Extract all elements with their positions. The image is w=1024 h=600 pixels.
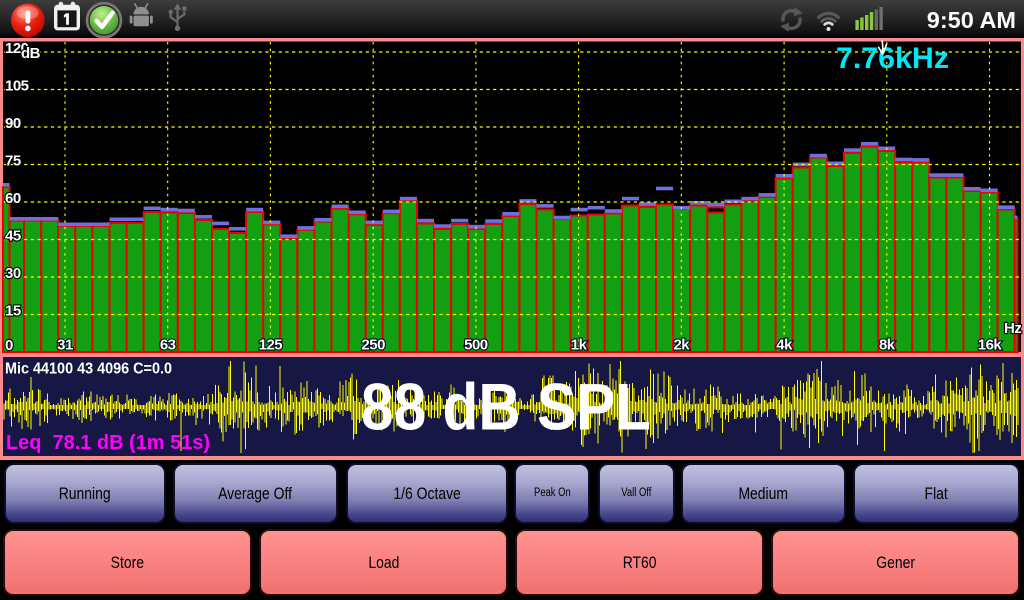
svg-text:90: 90	[5, 115, 21, 132]
svg-text:500: 500	[464, 337, 488, 354]
svg-text:0: 0	[5, 337, 13, 354]
svg-text:105: 105	[5, 78, 29, 95]
svg-text:Leq 78.1 dB (1m 51s): Leq 78.1 dB (1m 51s)	[6, 431, 210, 454]
svg-text:45: 45	[5, 228, 21, 245]
svg-text:88 dB SPL: 88 dB SPL	[361, 371, 651, 444]
svg-text:125: 125	[259, 337, 283, 354]
svg-text:4k: 4k	[776, 337, 793, 354]
svg-text:60: 60	[5, 190, 21, 207]
svg-text:31: 31	[57, 337, 73, 354]
svg-text:7.76kHz: 7.76kHz	[836, 42, 949, 75]
svg-text:8k: 8k	[879, 337, 896, 354]
svg-text:250: 250	[361, 337, 385, 354]
svg-text:Mic 44100 43 4096 C=0.0: Mic 44100 43 4096 C=0.0	[5, 361, 172, 378]
svg-text:9:50 AM: 9:50 AM	[927, 7, 1016, 33]
svg-text:30: 30	[5, 265, 21, 282]
svg-text:2k: 2k	[673, 337, 690, 354]
svg-text:63: 63	[160, 337, 176, 354]
svg-text:16k: 16k	[978, 337, 1003, 354]
svg-text:15: 15	[5, 303, 21, 320]
svg-text:75: 75	[5, 153, 21, 170]
svg-text:dB: dB	[21, 45, 41, 62]
svg-text:1k: 1k	[571, 337, 588, 354]
svg-text:Hz: Hz	[1004, 320, 1021, 337]
